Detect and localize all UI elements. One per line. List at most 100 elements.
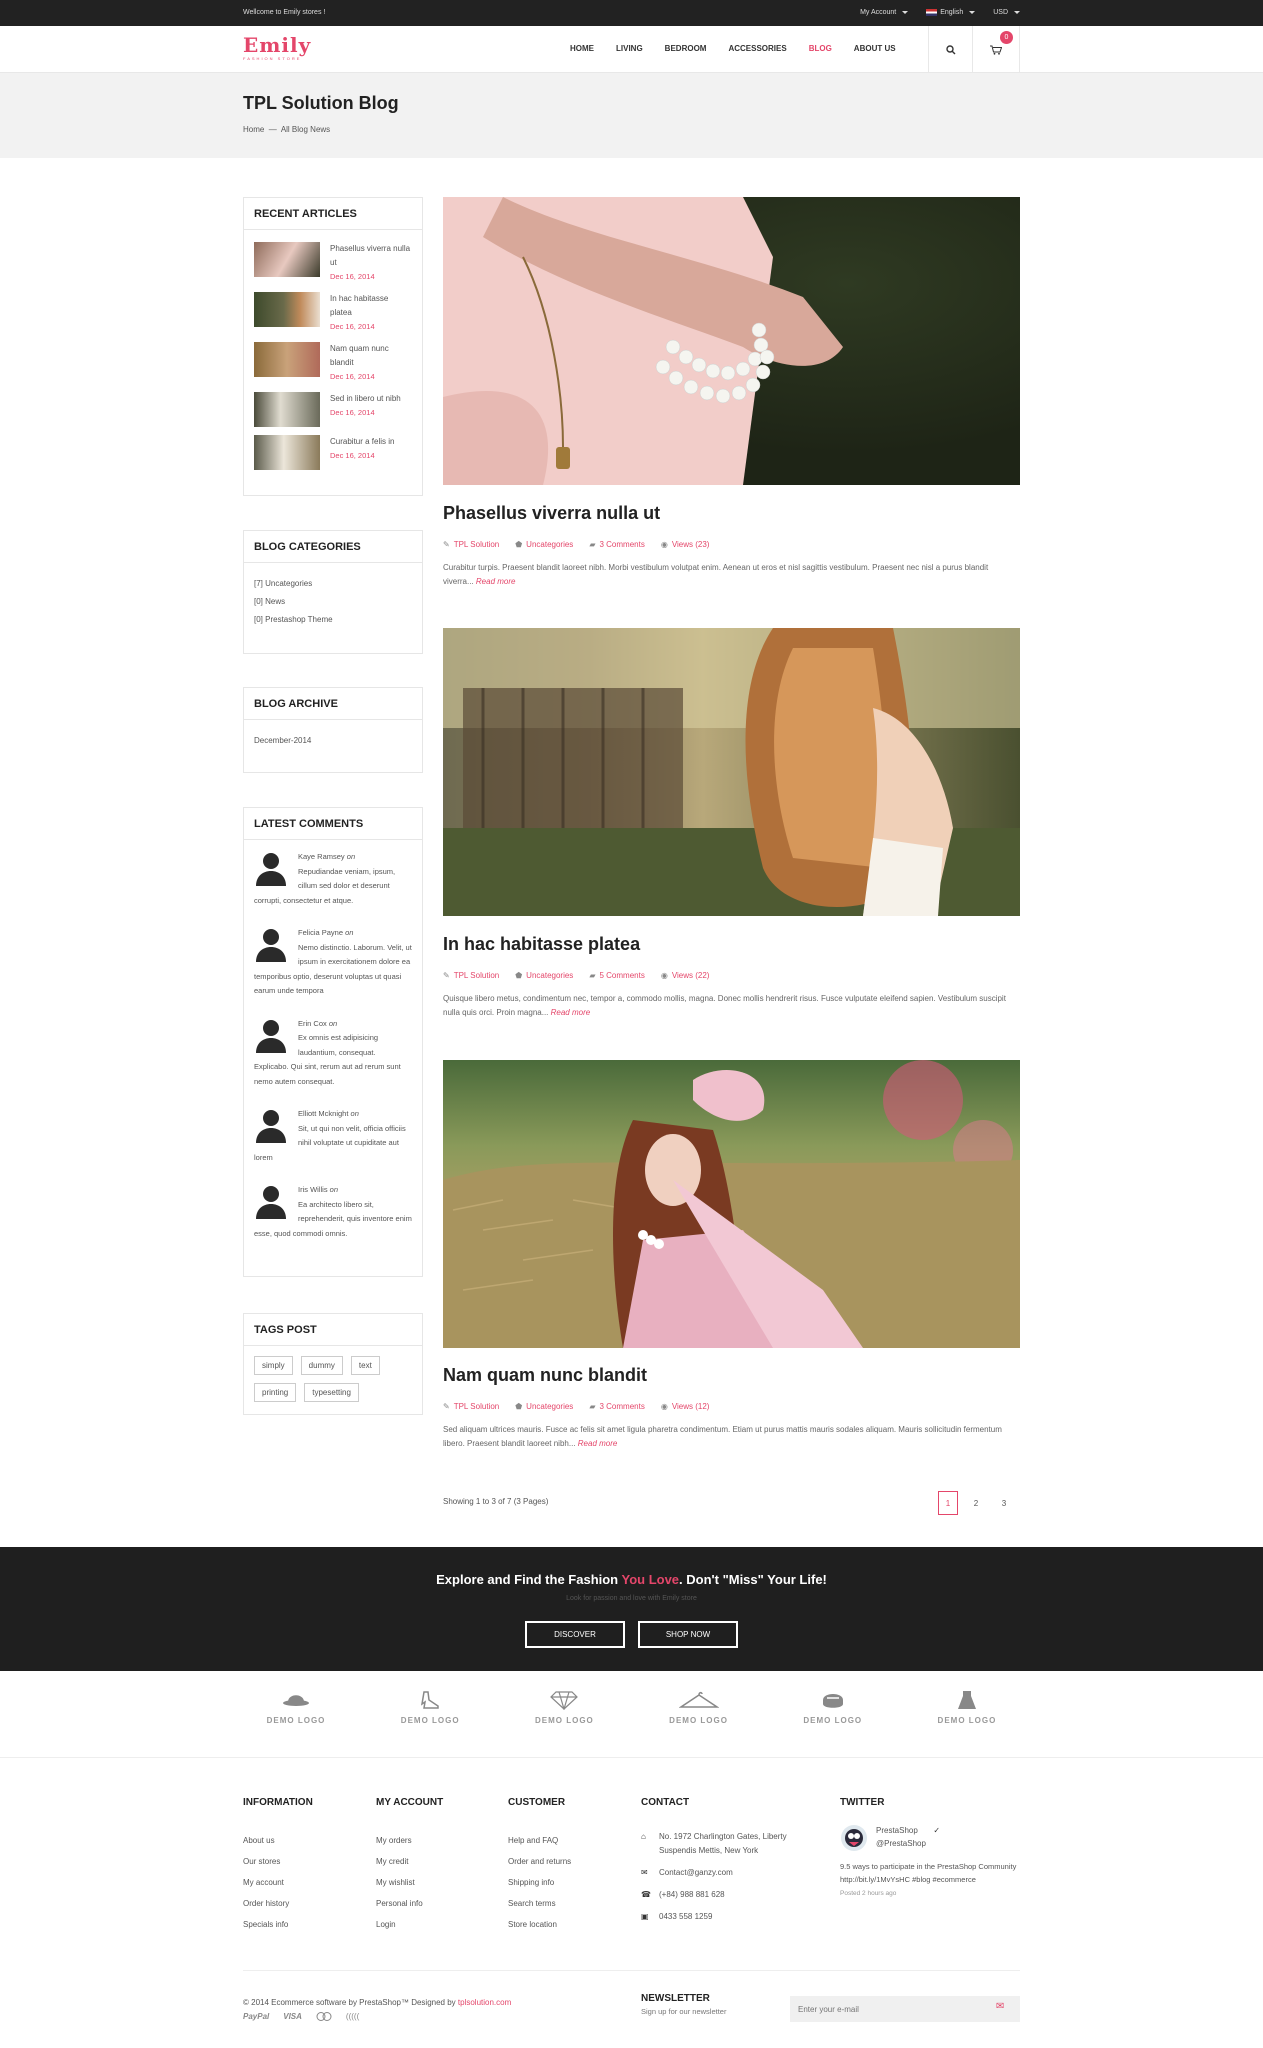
recent-article-title[interactable]: Sed in libero ut nibh [330, 392, 401, 406]
copyright-text: © 2014 Ecommerce software by PrestaShop™… [243, 1998, 458, 2007]
twitter-handle[interactable]: @PrestaShop [876, 1839, 926, 1848]
footer-link[interactable]: Our stores [243, 1851, 313, 1872]
category-link[interactable]: [0] Prestashop Theme [254, 611, 412, 629]
tweet-time: Posted 2 hours ago [840, 1890, 897, 1897]
post-title[interactable]: Phasellus viverra nulla ut [443, 503, 660, 524]
tag[interactable]: simply [254, 1356, 293, 1375]
nav-about-us[interactable]: ABOUT US [854, 44, 896, 53]
post-comments[interactable]: ▰ 3 Comments [589, 540, 645, 549]
contact-address: No. 1972 Charlington Gates, Liberty Susp… [659, 1832, 787, 1855]
brand-logo[interactable]: DEMO LOGO [253, 1690, 339, 1725]
post-author[interactable]: ✎ TPL Solution [443, 1402, 499, 1411]
recent-article-title[interactable]: Curabitur a felis in [330, 435, 394, 449]
newsletter-submit-button[interactable]: ✉ [996, 2001, 1004, 2012]
post-comments[interactable]: ▰ 3 Comments [589, 1402, 645, 1411]
recent-article-title[interactable]: In hac habitasse platea [330, 292, 412, 320]
footer-link[interactable]: Search terms [508, 1893, 571, 1914]
post-title[interactable]: In hac habitasse platea [443, 934, 640, 955]
page-link[interactable]: 3 [994, 1491, 1014, 1515]
page-link[interactable]: 2 [966, 1491, 986, 1515]
post-author[interactable]: ✎ TPL Solution [443, 540, 499, 549]
article-thumbnail[interactable] [254, 292, 320, 327]
footer-link[interactable]: Personal info [376, 1893, 443, 1914]
designer-link[interactable]: tplsolution.com [458, 1998, 511, 2007]
footer-link[interactable]: About us [243, 1830, 313, 1851]
post-category[interactable]: ⬟ Uncategories [515, 540, 573, 549]
footer-link[interactable]: My credit [376, 1851, 443, 1872]
brand-logo[interactable]: DEMO LOGO [924, 1690, 1010, 1725]
newsletter-email-input[interactable] [790, 1996, 1020, 2022]
read-more-link[interactable]: Read more [476, 577, 516, 586]
brand-logo[interactable]: DEMO LOGO [387, 1690, 473, 1725]
archive-link[interactable]: December-2014 [254, 732, 412, 750]
tag[interactable]: text [350, 1356, 380, 1375]
recent-article-title[interactable]: Phasellus viverra nulla ut [330, 242, 412, 270]
category-link[interactable]: [7] Uncategories [254, 575, 412, 593]
comment-author[interactable]: Kaye Ramsey [298, 852, 345, 861]
article-thumbnail[interactable] [254, 435, 320, 470]
footer-link[interactable]: My wishlist [376, 1872, 443, 1893]
nav-blog[interactable]: BLOG [809, 44, 832, 53]
footer-link[interactable]: My orders [376, 1830, 443, 1851]
footer-link[interactable]: Order and returns [508, 1851, 571, 1872]
page-link-current[interactable]: 1 [938, 1491, 958, 1515]
footer-link[interactable]: Store location [508, 1914, 571, 1935]
post-comments[interactable]: ▰ 5 Comments [589, 971, 645, 980]
article-thumbnail[interactable] [254, 242, 320, 277]
breadcrumb-separator: — [268, 125, 277, 134]
breadcrumb: Home — All Blog News [243, 125, 330, 134]
brand-logo[interactable]: DEMO LOGO [521, 1690, 607, 1725]
cart-button[interactable]: 0 [973, 26, 1020, 73]
nav-living[interactable]: LIVING [616, 44, 643, 53]
eye-icon: ◉ [660, 971, 668, 980]
language-dropdown[interactable]: English [926, 9, 976, 16]
footer-link[interactable]: Order history [243, 1893, 313, 1914]
tag[interactable]: dummy [300, 1356, 343, 1375]
footer-link[interactable]: Specials info [243, 1914, 313, 1935]
post-image[interactable] [443, 197, 1020, 485]
contact-email[interactable]: Contact@ganzy.com [659, 1866, 733, 1880]
search-button[interactable] [928, 26, 973, 73]
post-category[interactable]: ⬟ Uncategories [515, 1402, 573, 1411]
post-image[interactable] [443, 1060, 1020, 1348]
footer-link[interactable]: Shipping info [508, 1872, 571, 1893]
recent-article-item[interactable]: In hac habitasse platea Dec 16, 2014 [244, 292, 422, 334]
nav-home[interactable]: HOME [570, 44, 594, 53]
comment-author[interactable]: Felicia Payne [298, 928, 343, 937]
category-link[interactable]: [0] News [254, 593, 412, 611]
prestashop-avatar[interactable] [840, 1824, 868, 1852]
tag[interactable]: printing [254, 1383, 297, 1402]
recent-article-item[interactable]: Curabitur a felis in Dec 16, 2014 [244, 435, 422, 470]
article-thumbnail[interactable] [254, 392, 320, 427]
post-author[interactable]: ✎ TPL Solution [443, 971, 499, 980]
read-more-link[interactable]: Read more [551, 1008, 591, 1017]
brand-logo[interactable]: DEMO LOGO [656, 1690, 742, 1725]
post-title[interactable]: Nam quam nunc blandit [443, 1365, 647, 1386]
footer-link[interactable]: Login [376, 1914, 443, 1935]
post-image[interactable] [443, 628, 1020, 916]
nav-bedroom[interactable]: BEDROOM [665, 44, 707, 53]
post-category[interactable]: ⬟ Uncategories [515, 971, 573, 980]
brand-logo[interactable]: DEMO LOGO [790, 1690, 876, 1725]
comment-author[interactable]: Erin Cox [298, 1019, 327, 1028]
logo[interactable]: Emily FASHION STORE [243, 35, 311, 61]
recent-article-item[interactable]: Phasellus viverra nulla ut Dec 16, 2014 [244, 242, 422, 284]
nav-accessories[interactable]: ACCESSORIES [728, 44, 786, 53]
footer-link[interactable]: My account [243, 1872, 313, 1893]
shop-now-button[interactable]: SHOP NOW [638, 1621, 738, 1648]
footer-link[interactable]: Help and FAQ [508, 1830, 571, 1851]
recent-article-title[interactable]: Nam quam nunc blandit [330, 342, 412, 370]
twitter-name[interactable]: PrestaShop [876, 1826, 918, 1835]
discover-button[interactable]: DISCOVER [525, 1621, 625, 1648]
my-account-dropdown[interactable]: My Account [860, 9, 909, 16]
currency-dropdown[interactable]: USD [993, 9, 1020, 16]
article-thumbnail[interactable] [254, 342, 320, 377]
recent-article-item[interactable]: Nam quam nunc blandit Dec 16, 2014 [244, 342, 422, 384]
breadcrumb-home[interactable]: Home [243, 125, 264, 134]
comment-author[interactable]: Iris Willis [298, 1185, 328, 1194]
payment-methods: PayPal VISA ((((( [243, 2012, 359, 2021]
recent-article-item[interactable]: Sed in libero ut nibh Dec 16, 2014 [244, 392, 422, 427]
read-more-link[interactable]: Read more [578, 1439, 618, 1448]
comment-author[interactable]: Elliott Mcknight [298, 1109, 348, 1118]
tag[interactable]: typesetting [304, 1383, 359, 1402]
